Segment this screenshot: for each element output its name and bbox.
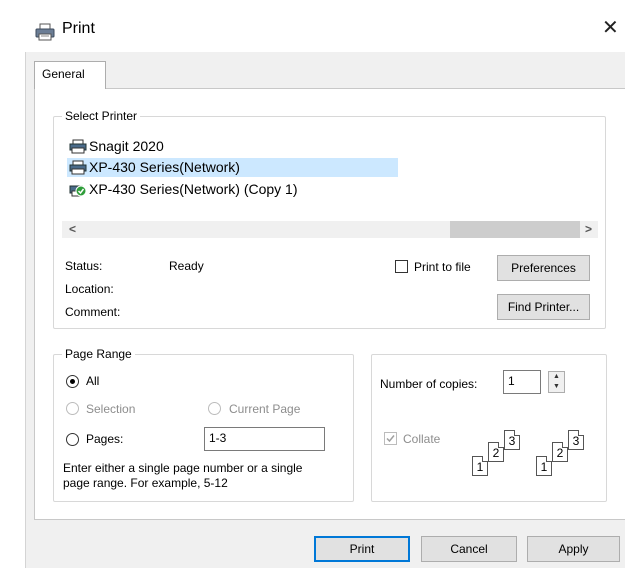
scrollbar-thumb[interactable] — [450, 221, 580, 238]
print-to-file-label[interactable]: Print to file — [414, 260, 471, 274]
status-label: Status: — [65, 259, 103, 273]
apply-button[interactable]: Apply — [527, 536, 620, 562]
all-pages-radio[interactable] — [66, 375, 79, 388]
spin-up-icon[interactable]: ▲ — [549, 372, 564, 382]
default-printer-icon — [69, 185, 87, 197]
window-title: Print — [62, 20, 95, 37]
collate-page: 3 — [568, 430, 584, 450]
page-range-help-line1: Enter either a single page number or a s… — [63, 461, 303, 475]
collate-label: Collate — [403, 432, 441, 446]
title-bar: Print ✕ — [0, 0, 625, 52]
scroll-right-icon[interactable]: > — [580, 221, 597, 238]
close-icon[interactable]: ✕ — [602, 18, 619, 38]
collate-checkbox[interactable] — [384, 432, 397, 445]
printer-name: XP-430 Series(Network) — [89, 159, 240, 175]
page-range-help-line2: page range. For example, 5-12 — [63, 476, 228, 490]
printer-item-xp430[interactable]: XP-430 Series(Network) — [67, 158, 398, 177]
pages-input[interactable]: 1-3 — [204, 427, 325, 451]
collate-page: 1 — [536, 456, 552, 476]
printer-name: XP-430 Series(Network) (Copy 1) — [89, 181, 298, 197]
printer-list-scrollbar[interactable]: < > — [62, 221, 598, 238]
selection-label: Selection — [86, 402, 136, 416]
printer-item-snagit[interactable]: Snagit 2020 — [67, 137, 164, 156]
copies-spinner[interactable]: ▲ ▼ — [548, 371, 565, 393]
collate-page: 2 — [488, 442, 504, 462]
spin-down-icon[interactable]: ▼ — [549, 382, 564, 392]
print-to-file-checkbox[interactable] — [395, 260, 408, 273]
current-page-label: Current Page — [229, 402, 301, 416]
print-button[interactable]: Print — [314, 536, 410, 562]
collate-page: 1 — [472, 456, 488, 476]
scroll-left-icon[interactable]: < — [64, 221, 81, 238]
selection-radio[interactable] — [66, 402, 79, 415]
pages-radio[interactable] — [66, 433, 79, 446]
all-pages-label[interactable]: All — [86, 374, 99, 388]
printer-name: Snagit 2020 — [89, 138, 164, 154]
cancel-button[interactable]: Cancel — [421, 536, 517, 562]
comment-label: Comment: — [65, 305, 121, 319]
printer-icon — [69, 160, 87, 175]
preferences-button[interactable]: Preferences — [497, 255, 590, 281]
printer-icon — [69, 139, 87, 154]
checkmark-icon — [386, 435, 395, 443]
status-value: Ready — [169, 259, 204, 273]
location-label: Location: — [65, 282, 114, 296]
collate-illustration: 3 2 1 — [470, 428, 528, 482]
collate-illustration: 3 2 1 — [534, 428, 592, 482]
printer-item-xp430-copy1[interactable]: XP-430 Series(Network) (Copy 1) — [67, 180, 298, 199]
number-of-copies-label: Number of copies: — [380, 377, 478, 391]
select-printer-legend: Select Printer — [62, 109, 141, 123]
current-page-radio[interactable] — [208, 402, 221, 415]
page-range-legend: Page Range — [62, 347, 135, 361]
tab-general[interactable]: General — [34, 61, 106, 89]
find-printer-button[interactable]: Find Printer... — [497, 294, 590, 320]
printer-icon — [35, 23, 55, 41]
copies-input[interactable]: 1 — [503, 370, 541, 394]
collate-page: 2 — [552, 442, 568, 462]
collate-page: 3 — [504, 430, 520, 450]
pages-label[interactable]: Pages: — [86, 432, 123, 446]
